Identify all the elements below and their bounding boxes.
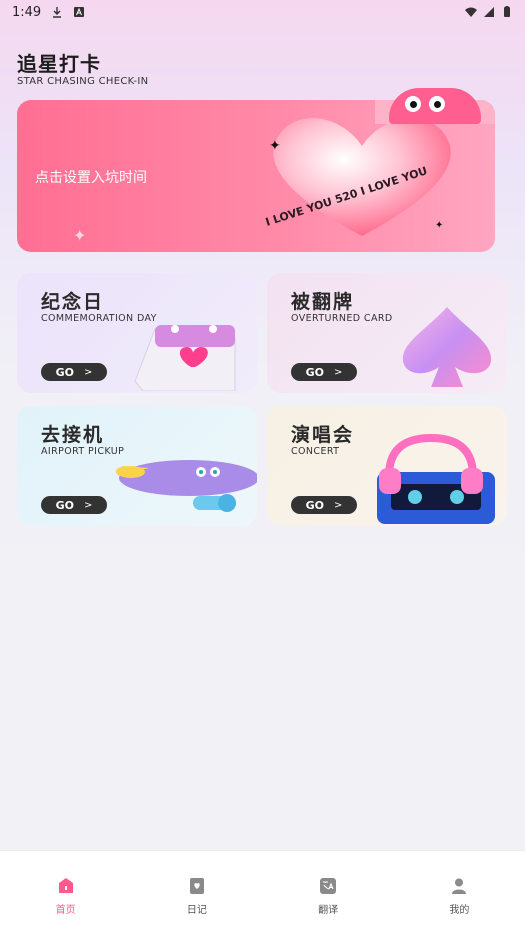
- nav-item-home[interactable]: 首页: [0, 851, 131, 935]
- chevron-right-icon: >: [334, 499, 343, 511]
- card-title: 去接机: [41, 424, 105, 446]
- go-label: GO: [55, 365, 74, 379]
- airplane-icon: [115, 460, 257, 512]
- calendar-icon: [134, 325, 236, 391]
- chevron-right-icon: >: [84, 499, 93, 511]
- page-title: 追星打卡: [17, 52, 101, 76]
- monster-eye: [405, 96, 421, 112]
- diary-icon: [189, 878, 204, 894]
- font-icon: [74, 7, 85, 17]
- home-icon: [58, 878, 73, 893]
- card-title: 演唱会: [291, 424, 355, 446]
- wifi-icon: [465, 7, 477, 17]
- sparkle-icon: ✦: [73, 226, 87, 245]
- sparkle-icon: ✦: [435, 220, 444, 231]
- go-button[interactable]: GO >: [291, 496, 357, 514]
- card-commemoration-day[interactable]: 纪念日 COMMEMORATION DAY GO >: [17, 273, 257, 393]
- go-button[interactable]: GO >: [291, 363, 357, 381]
- page-subtitle: STAR CHASING CHECK-IN: [17, 76, 149, 87]
- chevron-right-icon: >: [84, 366, 93, 378]
- card-title: 纪念日: [41, 291, 105, 313]
- go-label: GO: [305, 498, 324, 512]
- go-button[interactable]: GO >: [41, 496, 107, 514]
- status-time: 1:49: [12, 4, 42, 20]
- card-airport-pickup[interactable]: 去接机 AIRPORT PICKUP GO >: [17, 406, 257, 526]
- banner-label: 点击设置入坑时间: [35, 170, 147, 186]
- battery-icon: [504, 6, 510, 17]
- nav-label: 翻译: [318, 905, 339, 916]
- chevron-right-icon: >: [334, 366, 343, 378]
- nav-item-translate[interactable]: 翻译: [263, 851, 394, 935]
- nav-label: 我的: [449, 905, 470, 916]
- card-concert[interactable]: 演唱会 CONCERT GO >: [267, 406, 507, 526]
- cassette-headphones-icon: [377, 433, 495, 524]
- nav-label: 首页: [55, 905, 76, 916]
- go-button[interactable]: GO >: [41, 363, 107, 381]
- card-title: 被翻牌: [291, 291, 355, 313]
- download-icon: [53, 7, 62, 18]
- nav-label: 日记: [186, 905, 207, 916]
- status-bar: 1:49: [0, 0, 525, 24]
- nav-item-diary[interactable]: 日记: [131, 851, 262, 935]
- go-label: GO: [305, 365, 324, 379]
- bottom-nav: 首页 日记 翻译 我的: [0, 850, 525, 935]
- sparkle-icon: ✦: [269, 138, 281, 154]
- nav-item-profile[interactable]: 我的: [394, 851, 525, 935]
- translate-icon: [320, 878, 337, 894]
- user-icon: [452, 878, 467, 894]
- go-label: GO: [55, 498, 74, 512]
- app-page: 1:49 追星打卡 STAR CHASING CHECK-IN 点击设置入坑时间…: [0, 0, 525, 935]
- signal-icon: [484, 7, 494, 17]
- card-overturned-card[interactable]: 被翻牌 OVERTURNED CARD GO >: [267, 273, 507, 393]
- monster-eye: [429, 96, 445, 112]
- monster-mascot: [389, 88, 481, 124]
- spade-card-icon: [402, 307, 492, 387]
